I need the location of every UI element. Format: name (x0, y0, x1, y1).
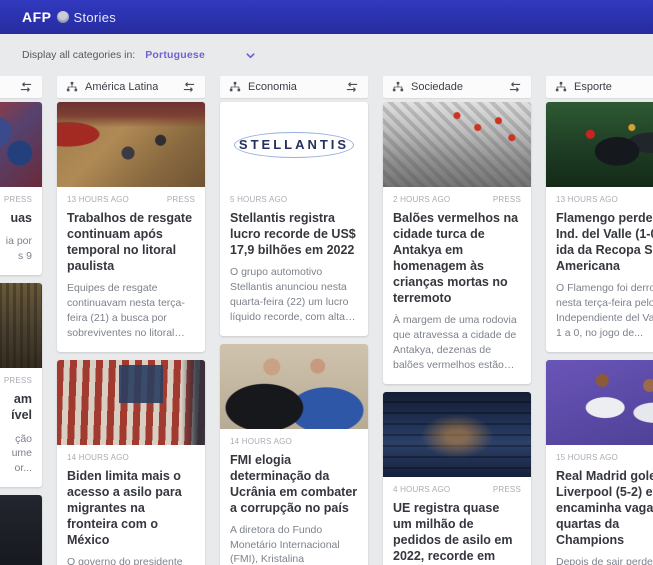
sort-icon[interactable] (19, 81, 33, 93)
news-card[interactable]: 14 hours ago Biden limita mais o acesso … (57, 360, 205, 565)
card-timestamp: 4 hours ago (393, 485, 450, 494)
card-title: FMI elogia determinação da Ucrânia em co… (230, 452, 358, 516)
card-description: À margem de uma rodovia que atravessa a … (393, 313, 521, 373)
card-timestamp: 13 hours ago (556, 195, 618, 204)
news-card[interactable] (0, 495, 42, 565)
card-title: Biden limita mais o acesso a asilo para … (67, 468, 195, 548)
column-sociedade: Sociedade 2 hours ago PRESS Balões verme… (383, 76, 531, 565)
card-image (0, 495, 42, 565)
news-card[interactable]: 15 hours ago Real Madrid goleia Liverpoo… (546, 360, 653, 565)
card-image (546, 360, 653, 445)
brand-logo: AFP Stories (22, 9, 116, 25)
card-tag: PRESS (4, 376, 32, 385)
card-image (383, 102, 531, 187)
card-description: Equipes de resgate continuavam nesta ter… (67, 281, 195, 341)
news-card[interactable]: 14 hours ago FMI elogia determinação da … (220, 344, 368, 565)
product-name: Stories (74, 10, 117, 25)
category-icon (66, 81, 78, 93)
language-value: Portuguese (145, 49, 205, 61)
category-icon (555, 81, 567, 93)
category-icon (392, 81, 404, 93)
card-description: Depois de sair perdendo por 2 a 0, o Rea… (556, 555, 653, 565)
card-image (383, 392, 531, 477)
card-timestamp: 15 hours ago (556, 453, 618, 462)
news-card[interactable]: 13 hours ago PRESS Trabalhos de resgate … (57, 102, 205, 352)
column-header: Esporte (546, 76, 653, 98)
sort-icon[interactable] (508, 81, 522, 93)
card-title: UE registra quase um milhão de pedidos d… (393, 500, 521, 565)
column-header (0, 76, 42, 98)
column-header: Economia (220, 76, 368, 98)
column-clipped-left: PRESS uas ia por s 9 (0, 76, 42, 565)
card-image (0, 102, 42, 187)
card-timestamp: 5 hours ago (230, 195, 287, 204)
card-image (57, 102, 205, 187)
category-icon (229, 81, 241, 93)
column-america-latina: América Latina 13 hours ago PRESS Trabal… (57, 76, 205, 565)
chevron-down-icon (245, 50, 256, 61)
card-tag: PRESS (167, 195, 195, 204)
story-board: PRESS uas ia por s 9 (0, 70, 653, 565)
card-timestamp: 14 hours ago (67, 453, 129, 462)
news-card[interactable]: STELLANTIS 5 hours ago Stellantis regist… (220, 102, 368, 336)
card-tag: PRESS (493, 195, 521, 204)
card-timestamp: 14 hours ago (230, 437, 292, 446)
card-title: Real Madrid goleia Liverpool (5-2) e enc… (556, 468, 653, 548)
sort-icon[interactable] (345, 81, 359, 93)
column-title: Esporte (574, 81, 612, 93)
column-title: Sociedade (411, 81, 463, 93)
card-image-stellantis-logo: STELLANTIS (220, 102, 368, 187)
news-card[interactable]: PRESS uas ia por s 9 (0, 102, 42, 275)
news-card[interactable]: PRESS am ível ção ume or... (0, 283, 42, 487)
card-title: Trabalhos de resgate continuam após temp… (67, 210, 195, 274)
app-header: AFP Stories (0, 0, 653, 34)
news-card[interactable]: 13 hours ago Flamengo perde para Ind. de… (546, 102, 653, 352)
sort-icon[interactable] (182, 81, 196, 93)
card-description: ção ume or... (0, 432, 32, 477)
card-tag: PRESS (493, 485, 521, 494)
card-title: Stellantis registra lucro recorde de US$… (230, 210, 358, 258)
stellantis-logo-text: STELLANTIS (239, 137, 349, 152)
card-tag: PRESS (4, 195, 32, 204)
globe-icon (57, 11, 69, 23)
card-title: uas (0, 210, 32, 226)
card-description: ia por s 9 (0, 234, 32, 264)
card-description: A diretora do Fundo Monetário Internacio… (230, 523, 358, 565)
card-image (0, 283, 42, 368)
card-image (57, 360, 205, 445)
card-description: O grupo automotivo Stellantis anunciou n… (230, 265, 358, 325)
card-title: Flamengo perde para Ind. del Valle (1-0)… (556, 210, 653, 274)
column-esporte: Esporte 13 hours ago Flamengo perde para… (546, 76, 653, 565)
column-title: América Latina (85, 81, 158, 93)
news-card[interactable]: 2 hours ago PRESS Balões vermelhos na ci… (383, 102, 531, 384)
card-image (220, 344, 368, 429)
column-title: Economia (248, 81, 297, 93)
card-timestamp: 2 hours ago (393, 195, 450, 204)
language-label: Display all categories in: (22, 49, 135, 61)
language-dropdown[interactable]: Portuguese (145, 49, 256, 61)
afp-stories-app: AFP Stories Display all categories in: P… (0, 0, 653, 565)
card-title: am ível (0, 391, 32, 424)
afp-logo-text: AFP (22, 9, 52, 25)
card-timestamp: 13 hours ago (67, 195, 129, 204)
column-economia: Economia STELLANTIS 5 hours ago (220, 76, 368, 565)
column-header: América Latina (57, 76, 205, 98)
card-title: Balões vermelhos na cidade turca de Anta… (393, 210, 521, 306)
card-image (546, 102, 653, 187)
card-description: O Flamengo foi derrotado nesta terça-fei… (556, 281, 653, 341)
card-description: O governo do presidente dos Estados Unid… (67, 555, 195, 565)
category-language-toolbar: Display all categories in: Portuguese (0, 34, 653, 70)
column-header: Sociedade (383, 76, 531, 98)
news-card[interactable]: 4 hours ago PRESS UE registra quase um m… (383, 392, 531, 565)
